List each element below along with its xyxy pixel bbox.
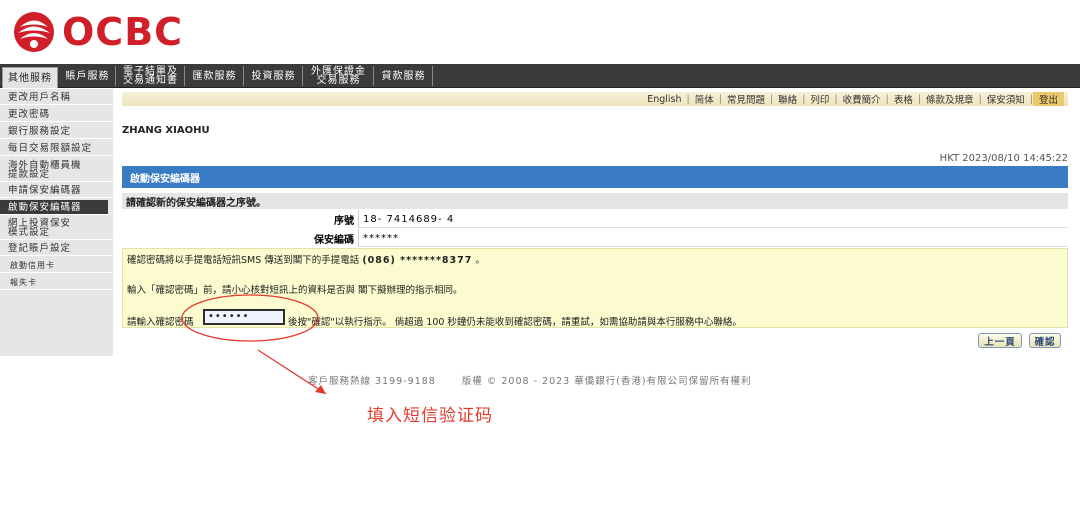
link-forms[interactable]: 表格 — [889, 92, 918, 106]
tab-investment[interactable]: 投資服務 — [245, 66, 303, 86]
page-title: 啟動保安編碼器 — [122, 166, 1068, 188]
sidebar-item-change-username[interactable]: 更改用戶名稱 — [0, 91, 113, 105]
tab-other-services[interactable]: 其他服務 — [2, 67, 58, 88]
security-code-label: 保安編碼 — [122, 229, 358, 247]
ocbc-logo-icon — [14, 12, 54, 52]
sidebar-item-change-password[interactable]: 更改密碼 — [0, 108, 113, 122]
confirm-heading: 請確認新的保安編碼器之序號。 — [122, 193, 1068, 209]
confirm-button[interactable]: 確認 — [1029, 333, 1061, 348]
link-fees[interactable]: 收費簡介 — [838, 92, 886, 106]
annotation-arrow — [257, 349, 327, 395]
top-nav: 其他服務 賬戶服務 電子結單及 交易通知書 匯款服務 投資服務 外匯保證金 交易… — [0, 64, 1080, 88]
sidebar-item-apply-token[interactable]: 申請保安編碼器 — [0, 184, 113, 198]
sms-notice: 確認密碼將以手提電話短訊SMS 傳送到閣下的手提電話 (086) *******… — [122, 248, 1068, 328]
link-faq[interactable]: 常見問題 — [722, 92, 770, 106]
notice-line-sms: 確認密碼將以手提電話短訊SMS 傳送到閣下的手提電話 (086) *******… — [127, 255, 485, 266]
tab-account-services[interactable]: 賬戶服務 — [60, 66, 116, 86]
link-terms[interactable]: 條款及規章 — [921, 92, 979, 106]
phone-number: (086) *******8377 — [362, 255, 473, 266]
link-print[interactable]: 列印 — [805, 92, 834, 106]
link-security[interactable]: 保安須知 — [982, 92, 1030, 106]
utility-bar: English | 简体 | 常見問題 | 聯絡 | 列印 | 收費簡介 | 表格 | 條款及… — [122, 92, 1068, 106]
serial-label: 序號 — [122, 210, 358, 228]
security-code-value: ****** — [358, 229, 399, 247]
back-button[interactable]: 上一頁 — [978, 333, 1022, 348]
sidebar-item-online-investment[interactable]: 網上投資保安 模式設定 — [0, 217, 113, 240]
tab-estatement[interactable]: 電子結單及 交易通知書 — [117, 66, 185, 86]
sidebar-item-register-account[interactable]: 登記賬戶設定 — [0, 242, 113, 256]
footer: 客戶服務熱線 3199-9188 版權 © 2008 - 2023 華僑銀行(香… — [308, 373, 774, 387]
footer-hotline: 客戶服務熱線 3199-9188 — [308, 376, 436, 387]
sidebar-item-report-lost-card[interactable]: 報失卡 — [0, 276, 113, 290]
sidebar-item-overseas-atm[interactable]: 海外自動櫃員機 提款設定 — [0, 159, 113, 182]
timestamp: HKT 2023/08/10 14:45:22 — [939, 153, 1068, 164]
tab-remittance[interactable]: 匯款服務 — [186, 66, 244, 86]
link-simplified[interactable]: 简体 — [690, 92, 719, 106]
notice-line-instruction-prefix: 請輸入確認密碼 — [127, 317, 194, 328]
confirmation-password-input[interactable]: •••••• — [203, 309, 285, 325]
serial-row: 序號 18- 7414689- 4 — [122, 210, 1068, 228]
ocbc-logo: OCBC — [12, 9, 183, 55]
tab-loan[interactable]: 貸款服務 — [375, 66, 433, 86]
annotation-label: 填入短信验证码 — [367, 406, 493, 426]
link-english[interactable]: English — [642, 94, 686, 105]
user-name: ZHANG XIAOHU — [122, 125, 210, 136]
serial-value: 18- 7414689- 4 — [358, 210, 454, 228]
link-contact[interactable]: 聯絡 — [773, 92, 802, 106]
footer-copyright: 版權 © 2008 - 2023 華僑銀行(香港)有限公司保留所有權利 — [461, 376, 752, 387]
sidebar-item-activate-card[interactable]: 啟動信用卡 — [0, 259, 113, 273]
notice-line-verify: 輸入「確認密碼」前，請小心核對短訊上的資料是否與 閣下擬辦理的指示相同。 — [127, 285, 463, 296]
tab-forex-margin[interactable]: 外匯保證金 交易服務 — [304, 66, 374, 86]
sidebar-item-bank-settings[interactable]: 銀行服務設定 — [0, 125, 113, 139]
logout-button[interactable]: 登出 — [1032, 92, 1064, 106]
notice-line-instruction-suffix: 後按"確認"以執行指示。 倘超過 100 秒鐘仍未能收到確認密碼，請重試，如需協… — [288, 317, 742, 328]
security-code-row: 保安編碼 ****** — [122, 229, 1068, 247]
brand-name: OCBC — [62, 10, 184, 54]
sidebar-item-daily-limit[interactable]: 每日交易限額設定 — [0, 142, 113, 156]
sidebar-item-activate-token[interactable]: 啟動保安編碼器 — [0, 200, 108, 215]
